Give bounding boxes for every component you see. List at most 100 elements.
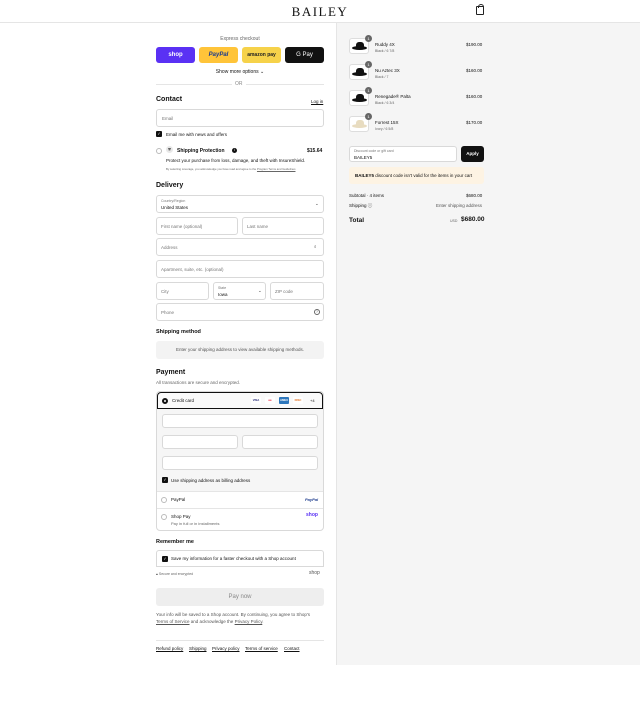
footer-terms-link[interactable]: Terms of service (245, 646, 278, 651)
discount-value: BAILEY5 (354, 155, 373, 160)
quantity-badge: 1 (365, 35, 372, 42)
payment-methods: Credit card VISA ●● AMEX DISC +4 ✓ Use s… (156, 391, 324, 531)
discount-error: BAILEY5 discount code isn't valid for th… (349, 167, 484, 184)
paypal-button[interactable]: PayPal (199, 47, 238, 63)
shipping-label: Shipping ⓘ (349, 203, 372, 209)
card-expiry-field[interactable] (162, 435, 238, 449)
footer-shipping-link[interactable]: Shipping (189, 646, 207, 651)
amazon-pay-button[interactable]: amazon pay (242, 47, 281, 63)
apartment-field[interactable]: Apartment, suite, etc. (optional) (156, 260, 324, 278)
apartment-placeholder: Apartment, suite, etc. (optional) (161, 267, 224, 272)
item-name: Ruddy 4X (375, 42, 395, 47)
address-field[interactable]: Address ⌕ (156, 238, 324, 256)
header: BAILEY (0, 0, 640, 23)
brand-logo[interactable]: BAILEY (0, 4, 640, 20)
credit-card-radio[interactable] (162, 398, 168, 404)
item-variant: Black / 7 (375, 75, 389, 79)
card-form: ✓ Use shipping address as billing addres… (157, 409, 323, 491)
info-icon[interactable]: i (232, 148, 237, 153)
program-terms-link[interactable]: Program Terms and Guidelines (257, 167, 296, 171)
amex-icon: AMEX (279, 397, 289, 404)
privacy-policy-link[interactable]: Privacy Policy (235, 619, 263, 624)
state-value: Iowa (218, 292, 228, 297)
chevron-down-icon: ⌄ (315, 201, 319, 206)
shipping-method-title: Shipping method (156, 329, 201, 335)
card-number-field[interactable] (162, 414, 318, 428)
currency-label: USD (450, 219, 458, 223)
shop-logo: shop (306, 512, 318, 518)
contact-title: Contact (156, 96, 183, 103)
shopping-bag-icon[interactable] (476, 4, 484, 15)
discover-icon: DISC (293, 397, 303, 404)
shop-pay-radio[interactable] (161, 514, 167, 520)
pay-now-button[interactable]: Pay now (156, 588, 324, 606)
footer-privacy-link[interactable]: Privacy policy (212, 646, 240, 651)
billing-checkbox[interactable]: ✓ (162, 477, 168, 483)
item-price: $160.00 (466, 94, 483, 99)
billing-label: Use shipping address as billing address (171, 478, 251, 483)
more-cards-count: +4 (310, 398, 315, 403)
zip-field[interactable]: ZIP code (270, 282, 324, 300)
discount-error-text: BAILEY5 discount code isn't valid for th… (355, 173, 472, 178)
news-checkbox[interactable]: ✓ (156, 131, 162, 137)
zip-placeholder: ZIP code (275, 289, 293, 294)
save-info-checkbox[interactable]: ✓ (162, 556, 168, 562)
email-field[interactable]: Email (156, 109, 324, 127)
quantity-badge: 1 (365, 61, 372, 68)
protection-price: $15.64 (307, 148, 323, 154)
shop-logo-small: shop (309, 570, 320, 576)
card-name-field[interactable] (162, 456, 318, 470)
terms-of-service-link[interactable]: Terms of Service (156, 619, 190, 624)
discount-field[interactable]: Discount code or gift card BAILEY5 (349, 146, 457, 162)
country-select[interactable]: Country/Region United States ⌄ (156, 195, 324, 213)
paypal-label: PayPal (171, 497, 186, 502)
search-icon: ⌕ (314, 244, 317, 249)
paypal-logo: PayPal (305, 497, 319, 502)
phone-field[interactable]: Phone ? (156, 303, 324, 321)
footer-contact-link[interactable]: Contact (284, 646, 300, 651)
legal-line-2: Terms of Service and acknowledge the Pri… (156, 619, 264, 624)
item-price: $160.00 (466, 68, 483, 73)
credit-card-option[interactable]: Credit card VISA ●● AMEX DISC +4 (157, 392, 323, 409)
phone-placeholder: Phone (161, 310, 175, 315)
help-icon[interactable]: ⓘ (368, 203, 373, 208)
show-more-options[interactable]: Show more options ⌄ (156, 69, 324, 75)
city-placeholder: City (161, 289, 169, 294)
paypal-option[interactable]: PayPal PayPal (157, 491, 323, 508)
news-label: Email me with news and offers (166, 132, 227, 137)
shipping-value: Enter shipping address (436, 203, 483, 208)
shop-pay-sub: Pay in full or in installments (171, 521, 220, 526)
city-field[interactable]: City (156, 282, 209, 300)
first-name-field[interactable]: First name (optional) (156, 217, 238, 235)
last-name-field[interactable]: Last name (242, 217, 324, 235)
footer-divider (156, 640, 324, 641)
legal-end: . (262, 619, 264, 624)
footer-refund-link[interactable]: Refund policy (156, 646, 183, 651)
shop-pay-button[interactable]: shop (156, 47, 195, 63)
address-placeholder: Address (161, 245, 178, 250)
chevron-down-icon: ⌄ (260, 69, 265, 75)
paypal-radio[interactable] (161, 497, 167, 503)
shop-pay-option[interactable]: Shop Pay Pay in full or in installments … (157, 508, 323, 530)
secure-note: 🔒︎ Secure and encrypted (156, 572, 193, 576)
item-name: Nu Aztec 3X (375, 68, 400, 73)
state-select[interactable]: State Iowa ⌄ (213, 282, 266, 300)
help-icon[interactable]: ? (314, 309, 320, 315)
subtotal-label: Subtotal · 4 items (349, 193, 385, 198)
discount-label: Discount code or gift card (354, 149, 394, 153)
google-pay-button[interactable]: G Pay (285, 47, 324, 63)
first-name-placeholder: First name (optional) (161, 224, 203, 229)
legal-text: Your info will be saved to a Shop accoun… (156, 612, 311, 617)
card-cvv-field[interactable] (242, 435, 318, 449)
error-code: BAILEY5 (355, 173, 375, 178)
error-message: discount code isn't valid for the items … (375, 173, 473, 178)
item-price: $170.00 (466, 120, 483, 125)
lock-icon: 🔒︎ (156, 572, 158, 576)
protection-checkbox[interactable] (156, 148, 162, 154)
remember-box: ✓ Save my information for a faster check… (156, 550, 324, 567)
apply-button[interactable]: Apply (461, 146, 484, 162)
shipping-method-message: Enter your shipping address to view avai… (156, 341, 324, 359)
item-variant: Black / 6 3/4 (375, 101, 395, 105)
login-link[interactable]: Log in (311, 99, 323, 104)
total-label: Total (349, 217, 365, 224)
